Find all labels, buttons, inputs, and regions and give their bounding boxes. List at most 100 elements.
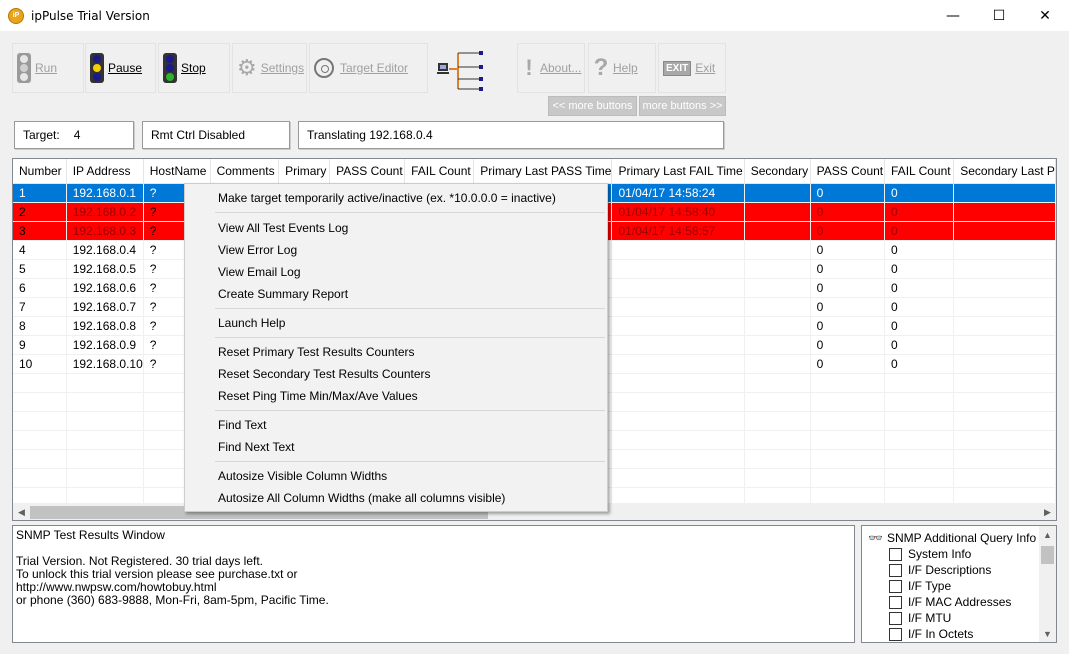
table-cell: 0 xyxy=(884,221,955,241)
query-option-if-descriptions[interactable]: I/F Descriptions xyxy=(889,563,991,577)
stop-label: Stop xyxy=(181,61,206,75)
column-header[interactable]: Primary Last FAIL Time xyxy=(611,159,745,184)
query-option-if-mtu[interactable]: I/F MTU xyxy=(889,611,951,625)
table-cell: 4 xyxy=(13,240,67,260)
menu-item-reset-ping-time[interactable]: Reset Ping Time Min/Max/Ave Values xyxy=(187,385,605,407)
close-button[interactable]: ✕ xyxy=(1022,0,1068,31)
checkbox[interactable] xyxy=(889,579,902,593)
pause-button[interactable]: Pause xyxy=(85,43,156,93)
table-cell xyxy=(953,316,1056,336)
table-cell xyxy=(744,240,811,260)
table-cell xyxy=(744,316,811,336)
stop-button[interactable]: Stop xyxy=(158,43,230,93)
table-cell xyxy=(744,297,811,317)
vertical-scroll-thumb[interactable] xyxy=(1041,546,1054,564)
column-header[interactable]: PASS Count xyxy=(810,159,886,184)
about-button[interactable]: ! About... xyxy=(517,43,585,93)
network-diagram-icon[interactable] xyxy=(434,43,488,97)
menu-item-view-email-log[interactable]: View Email Log xyxy=(187,261,605,283)
snmp-query-title: SNMP Additional Query Info xyxy=(886,531,1037,545)
column-header[interactable]: Secondary Last P xyxy=(953,159,1056,184)
grid-header-row: Number IP Address HostName Comments Primary P… xyxy=(13,159,1056,184)
scroll-up-icon[interactable]: ▲ xyxy=(1039,526,1056,543)
pause-label: Pause xyxy=(108,61,143,75)
menu-item-launch-help[interactable]: Launch Help xyxy=(187,312,605,334)
table-cell xyxy=(611,297,745,317)
column-header[interactable]: Primary Last PASS Time xyxy=(473,159,613,184)
column-header[interactable]: HostName xyxy=(143,159,211,184)
snmp-results-window[interactable]: SNMP Test Results Window Trial Version. … xyxy=(12,525,855,643)
snmp-title: SNMP Test Results Window xyxy=(16,528,165,542)
table-cell: 0 xyxy=(810,221,886,241)
maximize-button[interactable]: ☐ xyxy=(976,0,1022,31)
menu-item-view-error-log[interactable]: View Error Log xyxy=(187,239,605,261)
more-buttons-button[interactable]: more buttons >> xyxy=(639,96,726,116)
settings-button[interactable]: ⚙ Settings xyxy=(232,43,307,93)
table-cell: 0 xyxy=(810,278,886,298)
minimize-button[interactable]: — xyxy=(930,0,976,31)
query-option-if-in-octets[interactable]: I/F In Octets xyxy=(889,627,973,641)
menu-item-autosize-all[interactable]: Autosize All Column Widths (make all col… xyxy=(187,487,605,509)
gear-icon: ⚙ xyxy=(237,55,257,80)
table-cell: 0 xyxy=(810,202,886,222)
exit-label: Exit xyxy=(695,61,716,75)
menu-item-summary-report[interactable]: Create Summary Report xyxy=(187,283,605,305)
table-cell: 192.168.0.1 xyxy=(66,183,144,203)
column-header[interactable]: Primary xyxy=(278,159,331,184)
table-cell: 192.168.0.6 xyxy=(66,278,144,298)
table-cell: 0 xyxy=(810,335,886,355)
scroll-down-icon[interactable]: ▼ xyxy=(1039,625,1056,642)
run-button[interactable]: Run xyxy=(12,43,84,93)
column-header[interactable]: Comments xyxy=(210,159,280,184)
column-header[interactable]: FAIL Count xyxy=(404,159,475,184)
query-option-if-type[interactable]: I/F Type xyxy=(889,579,951,593)
column-header[interactable]: FAIL Count xyxy=(884,159,955,184)
column-header[interactable]: Number xyxy=(13,159,67,184)
table-cell: 1 xyxy=(13,183,67,203)
menu-item-autosize-visible[interactable]: Autosize Visible Column Widths xyxy=(187,465,605,487)
menu-item-find-text[interactable]: Find Text xyxy=(187,414,605,436)
target-editor-label: Target Editor xyxy=(340,61,409,75)
table-cell: 10 xyxy=(13,354,67,374)
table-cell xyxy=(611,335,745,355)
menu-item-reset-primary[interactable]: Reset Primary Test Results Counters xyxy=(187,341,605,363)
query-option-if-mac[interactable]: I/F MAC Addresses xyxy=(889,595,1011,609)
window-title: ipPulse Trial Version xyxy=(31,9,150,23)
checkbox[interactable] xyxy=(889,627,902,641)
less-buttons-button[interactable]: << more buttons xyxy=(548,96,637,116)
scroll-left-icon[interactable]: ◀ xyxy=(13,504,30,520)
exit-button[interactable]: EXIT Exit xyxy=(658,43,726,93)
checkbox[interactable] xyxy=(889,595,902,609)
checkbox[interactable] xyxy=(889,547,902,561)
scroll-right-icon[interactable]: ▶ xyxy=(1039,504,1056,520)
query-option-system-info[interactable]: System Info xyxy=(889,547,971,561)
table-cell: 0 xyxy=(884,316,955,336)
table-cell: 0 xyxy=(810,354,886,374)
column-header[interactable]: IP Address xyxy=(66,159,144,184)
vertical-scrollbar[interactable]: ▲ ▼ xyxy=(1039,526,1056,642)
column-header[interactable]: Secondary xyxy=(744,159,811,184)
table-cell: 01/04/17 14:58:57 xyxy=(611,221,745,241)
checkbox[interactable] xyxy=(889,611,902,625)
table-cell: 192.168.0.5 xyxy=(66,259,144,279)
about-label: About... xyxy=(540,61,582,75)
menu-item-view-all-events[interactable]: View All Test Events Log xyxy=(187,217,605,239)
target-editor-button[interactable]: Target Editor xyxy=(309,43,428,93)
table-cell: 0 xyxy=(884,202,955,222)
table-cell: 7 xyxy=(13,297,67,317)
table-cell: 0 xyxy=(884,278,955,298)
table-cell: 192.168.0.3 xyxy=(66,221,144,241)
table-cell: 0 xyxy=(884,297,955,317)
menu-item-reset-secondary[interactable]: Reset Secondary Test Results Counters xyxy=(187,363,605,385)
table-cell xyxy=(611,278,745,298)
snmp-line: or phone (360) 683-9888, Mon-Fri, 8am-5p… xyxy=(16,593,329,607)
checkbox[interactable] xyxy=(889,563,902,577)
help-button[interactable]: ? Help xyxy=(588,43,656,93)
menu-item-find-next[interactable]: Find Next Text xyxy=(187,436,605,458)
table-cell xyxy=(611,259,745,279)
menu-item-toggle-active[interactable]: Make target temporarily active/inactive … xyxy=(187,187,605,209)
table-cell: 0 xyxy=(884,240,955,260)
run-label: Run xyxy=(35,61,58,75)
table-cell: 0 xyxy=(810,297,886,317)
column-header[interactable]: PASS Count xyxy=(329,159,406,184)
